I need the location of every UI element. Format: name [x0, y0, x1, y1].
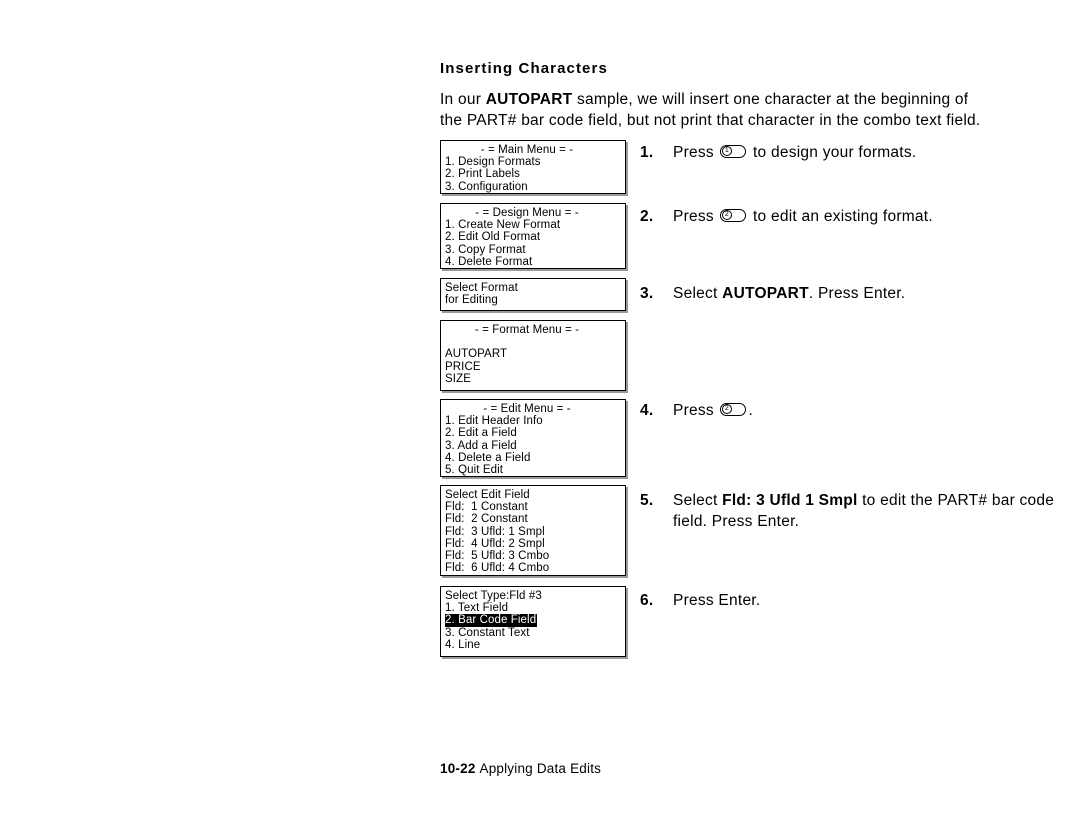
footer-page-number: 10-22 — [440, 761, 476, 776]
step-text-pre: Select — [673, 492, 723, 509]
key-2-icon: 2 — [720, 403, 747, 416]
step-text: Press 1 to design your formats. — [673, 142, 1040, 163]
lcd-row: 1. Edit Header Info — [445, 415, 543, 428]
step-text: Select Fld: 3 Ufld 1 Smpl to edit the PA… — [673, 490, 1063, 532]
step-number: 6. — [640, 592, 654, 609]
lcd-row: 1. Text Field — [445, 602, 509, 615]
step-text: Press 2. — [673, 400, 1040, 421]
lcd-row: AUTOPART — [445, 348, 508, 361]
step-2: 2. Press 2 to edit an existing format. — [640, 206, 1040, 227]
intro-line-1-pre: In our — [440, 91, 486, 108]
step-3: 3. Select AUTOPART. Press Enter. — [640, 283, 1040, 304]
lcd-blank-row — [445, 336, 621, 348]
lcd-screen-main-menu: - = Main Menu = - 1. Design Formats 2. P… — [440, 140, 626, 194]
step-1: 1. Press 1 to design your formats. — [640, 142, 1040, 163]
step-number: 4. — [640, 402, 654, 419]
key-digit: 1 — [721, 146, 732, 156]
key-1-icon: 1 — [720, 145, 747, 158]
lcd-row: 3. Copy Format — [445, 243, 526, 256]
lcd-screen-select-format: Select Format for Editing — [440, 278, 626, 311]
step-6: 6. Press Enter. — [640, 590, 1040, 611]
footer-chapter-title: Applying Data Edits — [479, 761, 602, 776]
lcd-row: Select Format — [445, 282, 518, 294]
step-text-bold: AUTOPART — [722, 285, 809, 302]
page-title: Inserting Characters — [440, 60, 608, 77]
page-footer: 10-22 Applying Data Edits — [440, 761, 601, 776]
intro-autopart-bold: AUTOPART — [485, 91, 573, 108]
lcd-row: Fld: 3 Ufld: 1 Smpl — [445, 525, 545, 538]
lcd-row: PRICE — [445, 360, 481, 373]
key-digit: 2 — [721, 404, 732, 414]
document-page: Inserting Characters In our AUTOPART sam… — [440, 0, 1054, 834]
step-text-post: to edit an existing format. — [748, 208, 933, 225]
intro-paragraph: In our AUTOPART sample, we will insert o… — [440, 90, 1040, 131]
lcd-screen-select-type: Select Type:Fld #3 1. Text Field 2. Bar … — [440, 586, 626, 657]
lcd-selected-item: 2. Bar Code Field — [445, 614, 538, 627]
intro-line-2: the PART# bar code field, but not print … — [440, 111, 981, 129]
step-text-pre: Press — [673, 208, 719, 225]
step-text-post: . — [748, 402, 753, 419]
step-number: 1. — [640, 144, 654, 161]
step-text-post: . Press Enter. — [808, 285, 906, 302]
step-text-post: to design your formats. — [748, 144, 917, 161]
step-number: 5. — [640, 492, 654, 509]
lcd-row: 1. Design Formats — [445, 156, 541, 169]
step-number: 3. — [640, 285, 654, 302]
lcd-row: SIZE — [445, 372, 471, 385]
lcd-row: Fld: 4 Ufld: 2 Smpl — [445, 537, 545, 550]
lcd-screen-select-edit-field: Select Edit Field Fld: 1 Constant Fld: 2… — [440, 485, 626, 576]
lcd-row-selected: 2. Bar Code Field — [445, 614, 621, 627]
lcd-header: - = Main Menu = - — [480, 144, 574, 156]
step-text: Press 2 to edit an existing format. — [673, 206, 1040, 227]
lcd-header: - = Design Menu = - — [475, 207, 579, 219]
step-text: Press Enter. — [673, 590, 1040, 611]
lcd-row: Fld: 1 Constant — [445, 501, 528, 514]
step-text-pre: Select — [673, 285, 723, 302]
lcd-screen-format-menu: - = Format Menu = - AUTOPART PRICE SIZE — [440, 320, 626, 391]
lcd-row: 1. Create New Format — [445, 219, 561, 232]
lcd-screen-design-menu: - = Design Menu = - 1. Create New Format… — [440, 203, 626, 269]
lcd-row: Fld: 2 Constant — [445, 513, 528, 526]
lcd-row: Select Edit Field — [445, 489, 530, 501]
step-number: 2. — [640, 208, 654, 225]
lcd-row: Fld: 5 Ufld: 3 Cmbo — [445, 550, 550, 563]
key-digit: 2 — [721, 210, 732, 220]
lcd-row: 3. Add a Field — [445, 439, 517, 452]
lcd-screen-edit-menu: - = Edit Menu = - 1. Edit Header Info 2.… — [440, 399, 626, 477]
step-5: 5. Select Fld: 3 Ufld 1 Smpl to edit the… — [640, 490, 1054, 532]
lcd-header: - = Format Menu = - — [474, 324, 580, 336]
lcd-row: 2. Edit a Field — [445, 427, 517, 440]
lcd-row: for Editing — [445, 294, 498, 307]
lcd-row: 4. Delete a Field — [445, 451, 531, 464]
lcd-row: Select Type:Fld #3 — [445, 590, 542, 602]
lcd-row: 4. Delete Format — [445, 255, 533, 268]
lcd-row: 4. Line — [445, 638, 481, 651]
lcd-header: - = Edit Menu = - — [483, 403, 571, 415]
step-text-pre: Press Enter. — [673, 592, 761, 609]
lcd-row: Fld: 6 Ufld: 4 Cmbo — [445, 562, 550, 575]
step-text-bold: Fld: 3 Ufld 1 Smpl — [722, 492, 858, 509]
lcd-row: 5. Quit Edit — [445, 464, 504, 477]
intro-line-1-post: sample, we will insert one character at … — [572, 91, 969, 108]
lcd-row: 2. Edit Old Format — [445, 231, 541, 244]
lcd-row: 3. Configuration — [445, 180, 528, 193]
key-2-icon: 2 — [720, 209, 747, 222]
step-text-pre: Press — [673, 144, 719, 161]
lcd-row: 2. Print Labels — [445, 168, 521, 181]
step-text: Select AUTOPART. Press Enter. — [673, 283, 1040, 304]
lcd-row: 3. Constant Text — [445, 626, 530, 639]
step-4: 4. Press 2. — [640, 400, 1040, 421]
step-text-pre: Press — [673, 402, 719, 419]
